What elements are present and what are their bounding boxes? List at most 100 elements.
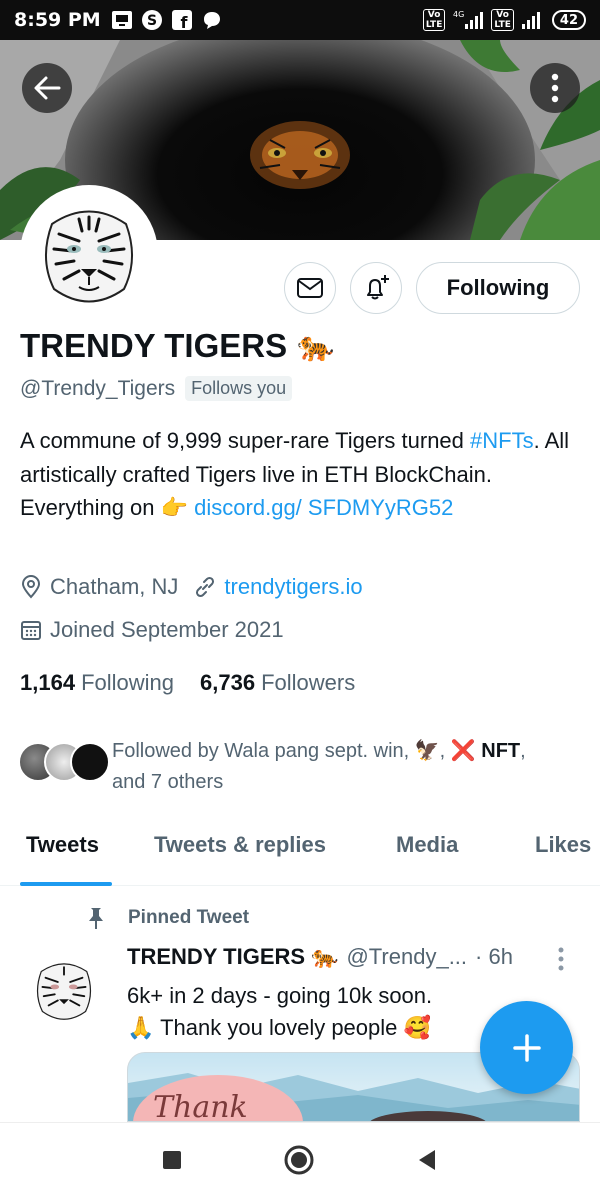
status-time: 8:59 PM <box>14 9 101 31</box>
following-count: 1,164 <box>20 670 76 695</box>
active-tab-indicator <box>20 882 112 886</box>
profile-avatar[interactable] <box>20 185 158 323</box>
profile-name: TRENDY TIGERS 🐅 <box>20 327 334 365</box>
compose-tweet-button[interactable] <box>480 1001 573 1094</box>
tweet-more-button[interactable] <box>556 946 566 976</box>
square-icon <box>163 1150 181 1169</box>
s-icon: S <box>141 9 163 31</box>
tab-likes[interactable]: Likes <box>535 820 591 886</box>
more-vertical-icon <box>558 947 564 971</box>
cross-emoji: ❌ <box>450 740 476 762</box>
profile-handle: @Trendy_Tigers <box>20 376 176 400</box>
profile-tabs: Tweets Tweets & replies Media Likes <box>0 820 600 886</box>
tweet-author-handle: @Trendy_... <box>346 944 468 969</box>
followed-by-others: and 7 others <box>112 771 224 793</box>
svg-text:Thank: Thank <box>153 1090 248 1122</box>
tiger-avatar-image <box>24 950 104 1030</box>
tweet-line-2: Thank you lovely people <box>154 1015 404 1040</box>
more-vertical-icon <box>551 73 559 103</box>
message-button[interactable] <box>284 262 336 314</box>
profile-joined: Joined September 2021 <box>50 617 284 642</box>
volte-icon-2: Vo LTE <box>491 9 514 31</box>
followers-count: 6,736 <box>200 670 256 695</box>
mail-icon <box>297 278 323 298</box>
back-button[interactable] <box>22 63 72 113</box>
following-stat[interactable]: 1,164 Following <box>20 670 174 696</box>
followed-by-text: Followed by Wala pang sept. win, 🦅, ❌ NF… <box>112 736 526 798</box>
tab-media-label: Media <box>396 832 459 857</box>
heart-face-emoji: 🥰 <box>403 1015 431 1040</box>
tab-likes-label: Likes <box>535 832 592 857</box>
svg-text:4G: 4G <box>453 10 464 19</box>
signal-icon-2 <box>521 12 540 29</box>
android-nav-bar <box>0 1122 600 1200</box>
signal-icon: 4G <box>453 10 484 29</box>
mutual-avatar <box>70 742 110 782</box>
back-arrow-icon <box>34 76 61 100</box>
following-label: Following <box>81 670 174 695</box>
followers-stat[interactable]: 6,736 Followers <box>200 670 355 696</box>
pinned-tweet-label: Pinned Tweet <box>128 907 250 928</box>
followed-by-suffix: , <box>520 740 526 762</box>
profile-website-link[interactable]: trendytigers.io <box>224 574 362 600</box>
tiger-emoji: 🐅 <box>311 944 339 969</box>
pinned-indicator: Pinned Tweet <box>86 906 249 930</box>
tweet-time: · 6h <box>475 944 513 969</box>
following-button[interactable]: Following <box>416 262 580 314</box>
eagle-emoji: 🦅 <box>414 740 440 762</box>
followed-by-prefix: Followed by Wala pang sept. win, <box>112 740 415 762</box>
tweet-line-1: 6k+ in 2 days - going 10k soon. <box>127 983 433 1008</box>
facebook-icon: f <box>171 9 193 31</box>
tiger-avatar-image <box>24 189 154 319</box>
svg-text:S: S <box>147 13 157 29</box>
tab-media[interactable]: Media <box>396 820 458 886</box>
pointing-emoji: 👉 <box>160 495 189 520</box>
svg-text:f: f <box>180 13 188 30</box>
chat-icon <box>201 9 223 31</box>
tab-tweets-label: Tweets <box>26 832 99 857</box>
nfts-hashtag-link[interactable]: #NFTs <box>470 428 534 453</box>
notifications-button[interactable] <box>350 262 402 314</box>
battery-icon: 42 <box>551 10 586 30</box>
follows-you-badge: Follows you <box>185 376 293 401</box>
followed-by-section[interactable]: Followed by Wala pang sept. win, 🦅, ❌ NF… <box>18 736 583 798</box>
screen-icon <box>111 9 133 31</box>
triangle-back-icon <box>419 1149 435 1170</box>
nft-name: NFT <box>475 740 521 762</box>
status-indicators: Vo LTE 4G Vo LTE 42 <box>422 9 586 31</box>
followed-by-separator: , <box>439 740 451 762</box>
profile-name-text: TRENDY TIGERS <box>20 327 288 364</box>
pray-emoji: 🙏 <box>127 1015 155 1040</box>
plus-icon <box>512 1033 541 1062</box>
follow-stats: 1,164 Following 6,736 Followers <box>20 670 355 696</box>
tweet-header: TRENDY TIGERS 🐅 @Trendy_... · 6h <box>127 944 513 970</box>
tab-tweets-replies[interactable]: Tweets & replies <box>154 820 326 886</box>
home-button[interactable] <box>283 1144 315 1180</box>
discord-link[interactable]: discord.gg/ SFDMYyRG52 <box>194 495 453 520</box>
tab-tweets-replies-label: Tweets & replies <box>154 832 326 857</box>
location-website-row: Chatham, NJ trendytigers.io <box>20 574 363 600</box>
status-bar: 8:59 PM S f Vo LTE 4G Vo LTE 42 <box>0 0 600 40</box>
location-pin-icon <box>21 575 41 599</box>
link-icon <box>196 576 215 598</box>
back-nav-button[interactable] <box>415 1148 439 1176</box>
bio-text-1: A commune of 9,999 super-rare Tigers tur… <box>20 428 471 453</box>
tab-tweets[interactable]: Tweets <box>20 820 112 886</box>
joined-row: Joined September 2021 <box>20 617 284 643</box>
calendar-icon <box>21 621 41 640</box>
mutual-avatars <box>18 742 110 786</box>
more-options-button[interactable] <box>530 63 580 113</box>
recents-button[interactable] <box>161 1149 183 1175</box>
volte-icon: Vo LTE <box>422 9 446 31</box>
tweet-author-avatar[interactable] <box>24 950 104 1030</box>
followers-label: Followers <box>261 670 356 695</box>
tweet-text: 6k+ in 2 days - going 10k soon. 🙏 Thank … <box>127 980 487 1044</box>
profile-location: Chatham, NJ <box>50 574 179 599</box>
tweet-author-name[interactable]: TRENDY TIGERS <box>127 944 305 970</box>
tiger-emoji: 🐅 <box>297 329 335 363</box>
circle-home-icon <box>284 1145 314 1174</box>
bell-plus-icon <box>367 275 389 300</box>
handle-row: @Trendy_Tigers Follows you <box>20 376 293 401</box>
pin-icon <box>89 908 103 929</box>
profile-bio: A commune of 9,999 super-rare Tigers tur… <box>20 424 580 525</box>
